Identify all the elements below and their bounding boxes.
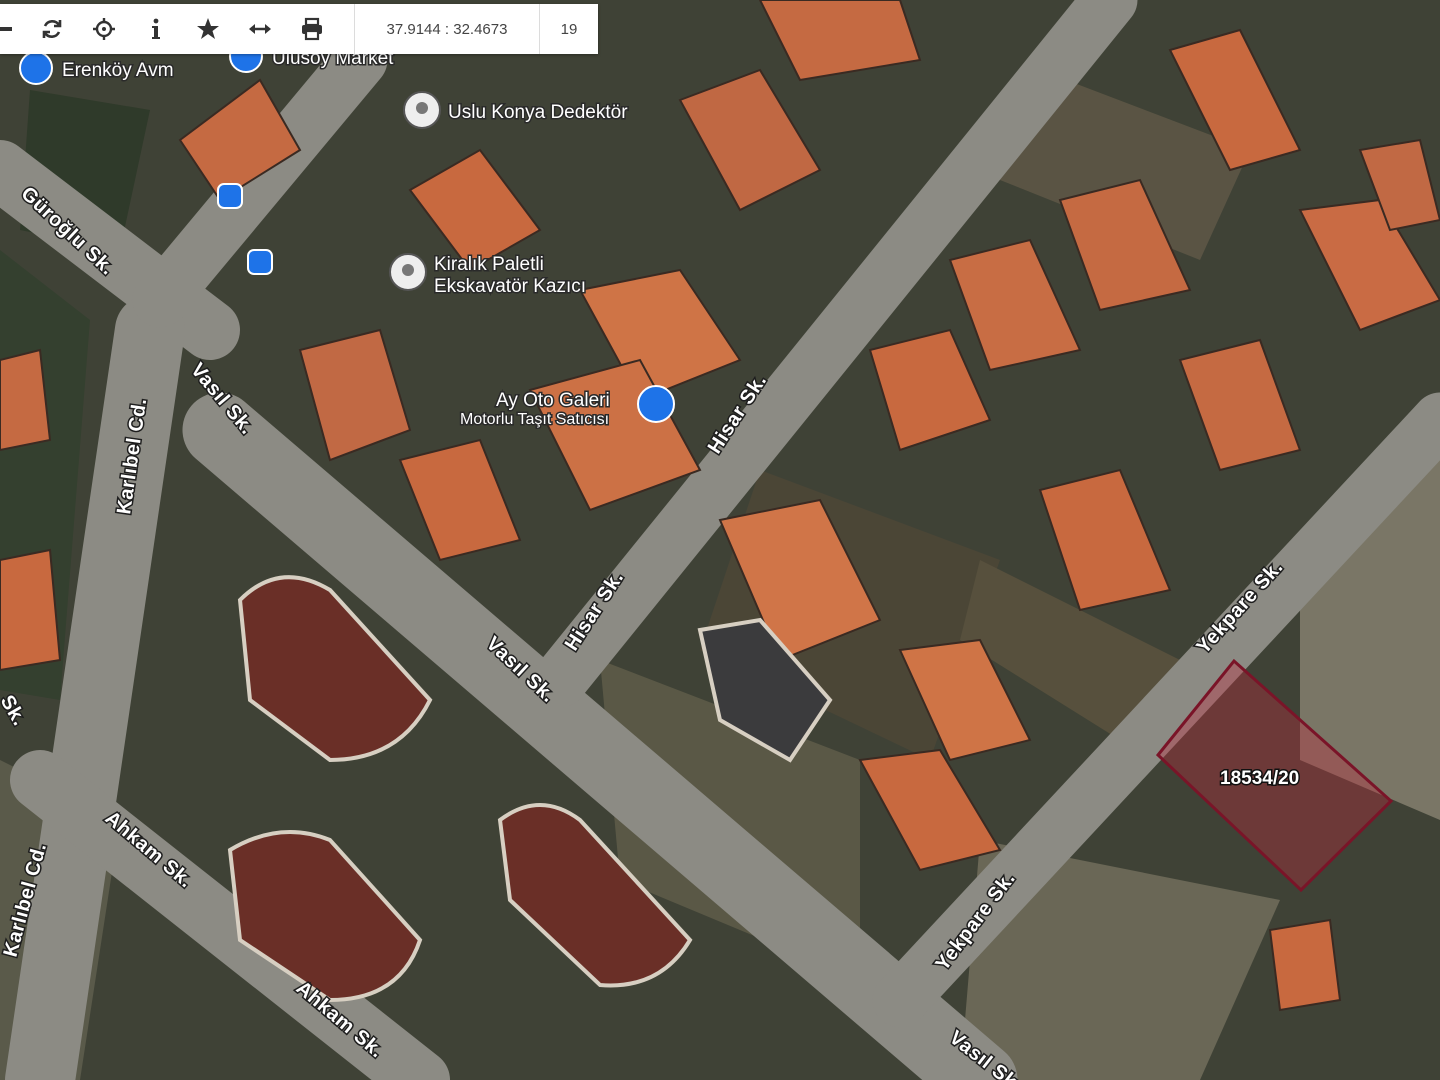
- locate-button[interactable]: [78, 4, 130, 54]
- favorite-button[interactable]: [182, 4, 234, 54]
- poi-label: Ay Oto Galeri: [496, 390, 610, 411]
- map-pin-dot: [416, 102, 428, 114]
- zoom-level: 19: [539, 4, 598, 54]
- poi-label-2: Ekskavatör Kazıcı: [434, 276, 586, 297]
- parcel-label: 18534/20: [1220, 768, 1299, 789]
- bus-stop-icon[interactable]: [217, 183, 243, 209]
- refresh-button[interactable]: [26, 4, 78, 54]
- poi-label: Erenköy Avm: [62, 60, 174, 81]
- poi-label: Uslu Konya Dedektör: [448, 102, 628, 123]
- collapse-button[interactable]: [0, 4, 26, 54]
- coordinates-display: 37.9144 : 32.4673: [354, 4, 539, 54]
- measure-button[interactable]: [234, 4, 286, 54]
- info-icon: [152, 18, 160, 39]
- minus-icon: [0, 27, 12, 31]
- printer-icon: [302, 17, 322, 41]
- poi-label-2: Motorlu Taşıt Satıcısı: [460, 411, 609, 428]
- refresh-icon: [42, 20, 62, 38]
- car-dealer-icon: [637, 385, 675, 423]
- bus-stop-icon[interactable]: [247, 249, 273, 275]
- shopping-cart-icon: [19, 51, 53, 85]
- info-button[interactable]: [130, 4, 182, 54]
- print-button[interactable]: [286, 4, 338, 54]
- crosshair-icon: [93, 18, 115, 40]
- map-toolbar: 37.9144 : 32.4673 19: [0, 4, 598, 54]
- poi-label: Kiralık Paletli: [434, 254, 544, 275]
- satellite-map[interactable]: 18534/20 Erenköy Avm Ulusoy Market Uslu …: [0, 0, 1440, 1080]
- map-pin-dot: [402, 264, 414, 276]
- arrows-horizontal-icon: [249, 24, 271, 34]
- star-icon: [197, 18, 219, 39]
